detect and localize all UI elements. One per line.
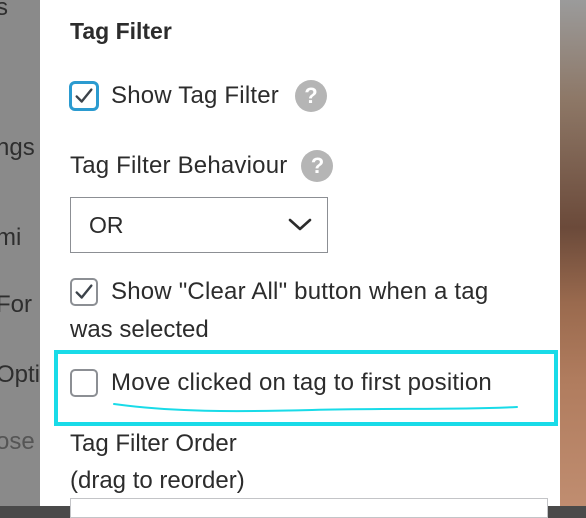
- background-text: s: [0, 0, 8, 21]
- tag-order-list[interactable]: [70, 498, 548, 518]
- background-text: Opti: [0, 361, 40, 388]
- behaviour-select[interactable]: OR: [70, 197, 328, 253]
- checkmark-icon: [75, 88, 93, 103]
- order-label-line2: (drag to reorder): [70, 467, 245, 494]
- help-icon[interactable]: ?: [301, 150, 334, 182]
- background-text: For: [0, 291, 32, 318]
- settings-panel: Tag Filter Show Tag Filter ? Tag Filter …: [40, 0, 560, 518]
- behaviour-label: Tag Filter Behaviour: [70, 152, 288, 179]
- annotation-underline: [113, 403, 518, 413]
- order-label-line1: Tag Filter Order: [70, 430, 237, 457]
- background-settings-menu: s ngs mi For Opti ose: [0, 0, 40, 506]
- clear-all-label-line1: Show "Clear All" button when a tag: [111, 278, 489, 305]
- chevron-down-icon: [288, 218, 312, 231]
- background-text: ose: [0, 428, 35, 455]
- show-tag-filter-label: Show Tag Filter: [111, 82, 279, 109]
- help-icon[interactable]: ?: [294, 80, 327, 112]
- clear-all-label-line2: was selected: [70, 316, 209, 343]
- checkmark-icon: [75, 284, 93, 299]
- behaviour-select-value: OR: [89, 211, 124, 238]
- show-tag-filter-row: Show Tag Filter ?: [70, 80, 327, 112]
- section-title: Tag Filter: [70, 18, 172, 44]
- background-text: mi: [0, 224, 22, 251]
- clear-all-checkbox[interactable]: [70, 278, 98, 306]
- background-image-strip: [560, 0, 586, 506]
- show-tag-filter-checkbox[interactable]: [70, 82, 98, 110]
- background-text: ngs: [0, 134, 35, 161]
- behaviour-label-row: Tag Filter Behaviour ?: [70, 150, 334, 182]
- clear-all-row: Show "Clear All" button when a tag: [70, 278, 488, 306]
